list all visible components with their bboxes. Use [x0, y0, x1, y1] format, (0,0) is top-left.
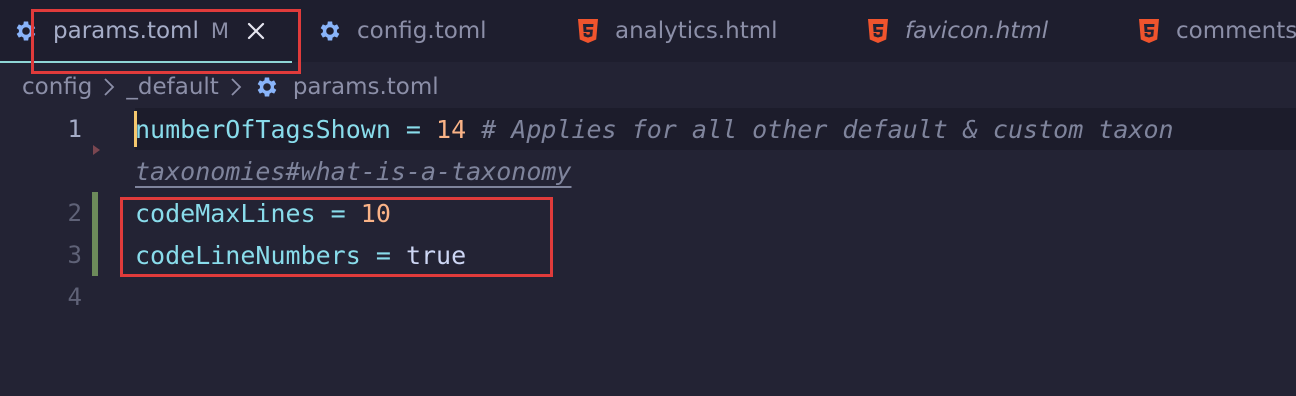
gear-icon — [316, 17, 344, 45]
wrap-indicator-icon — [93, 145, 100, 155]
breadcrumb: config _default params.toml — [22, 70, 439, 104]
line-number: 1 — [67, 115, 82, 143]
tab-label: favicon.html — [905, 18, 1049, 44]
comment-link[interactable]: taxonomies#what-is-a-taxonomy — [135, 157, 572, 186]
toml-comment: # Applies for all other default & custom… — [466, 114, 1174, 144]
chevron-right-icon — [224, 77, 248, 97]
toml-value: 14 — [436, 114, 467, 144]
code-line-1-wrap[interactable]: taxonomies#what-is-a-taxonomy — [135, 150, 572, 192]
breadcrumb-item-params[interactable]: params.toml — [293, 74, 439, 100]
highlight-box-code — [120, 197, 553, 277]
highlight-box-tab — [31, 9, 301, 74]
code-line-1[interactable]: numberOfTagsShown = 14 # Applies for all… — [135, 108, 1174, 150]
line-number: 3 — [67, 241, 82, 269]
git-modified-indicator — [92, 192, 98, 276]
line-number: 2 — [67, 199, 82, 227]
tab-favicon-html[interactable]: favicon.html — [864, 0, 1048, 62]
gear-icon — [253, 73, 281, 101]
text-cursor — [134, 111, 137, 147]
tab-label: config.toml — [357, 18, 487, 44]
tab-comments[interactable]: comments — [1135, 0, 1296, 62]
tab-label: comments — [1176, 18, 1296, 44]
html5-icon — [1135, 17, 1163, 45]
breadcrumb-item-config[interactable]: config — [22, 74, 92, 100]
chevron-right-icon — [97, 77, 121, 97]
toml-operator: = — [390, 114, 437, 144]
tab-analytics-html[interactable]: analytics.html — [574, 0, 778, 62]
tab-label: analytics.html — [615, 18, 778, 44]
html5-icon — [574, 17, 602, 45]
html5-icon — [864, 17, 892, 45]
line-number: 4 — [67, 283, 82, 311]
tab-config-toml[interactable]: config.toml — [316, 0, 487, 62]
breadcrumb-item-default[interactable]: _default — [126, 74, 218, 100]
toml-key: numberOfTagsShown — [135, 114, 391, 144]
